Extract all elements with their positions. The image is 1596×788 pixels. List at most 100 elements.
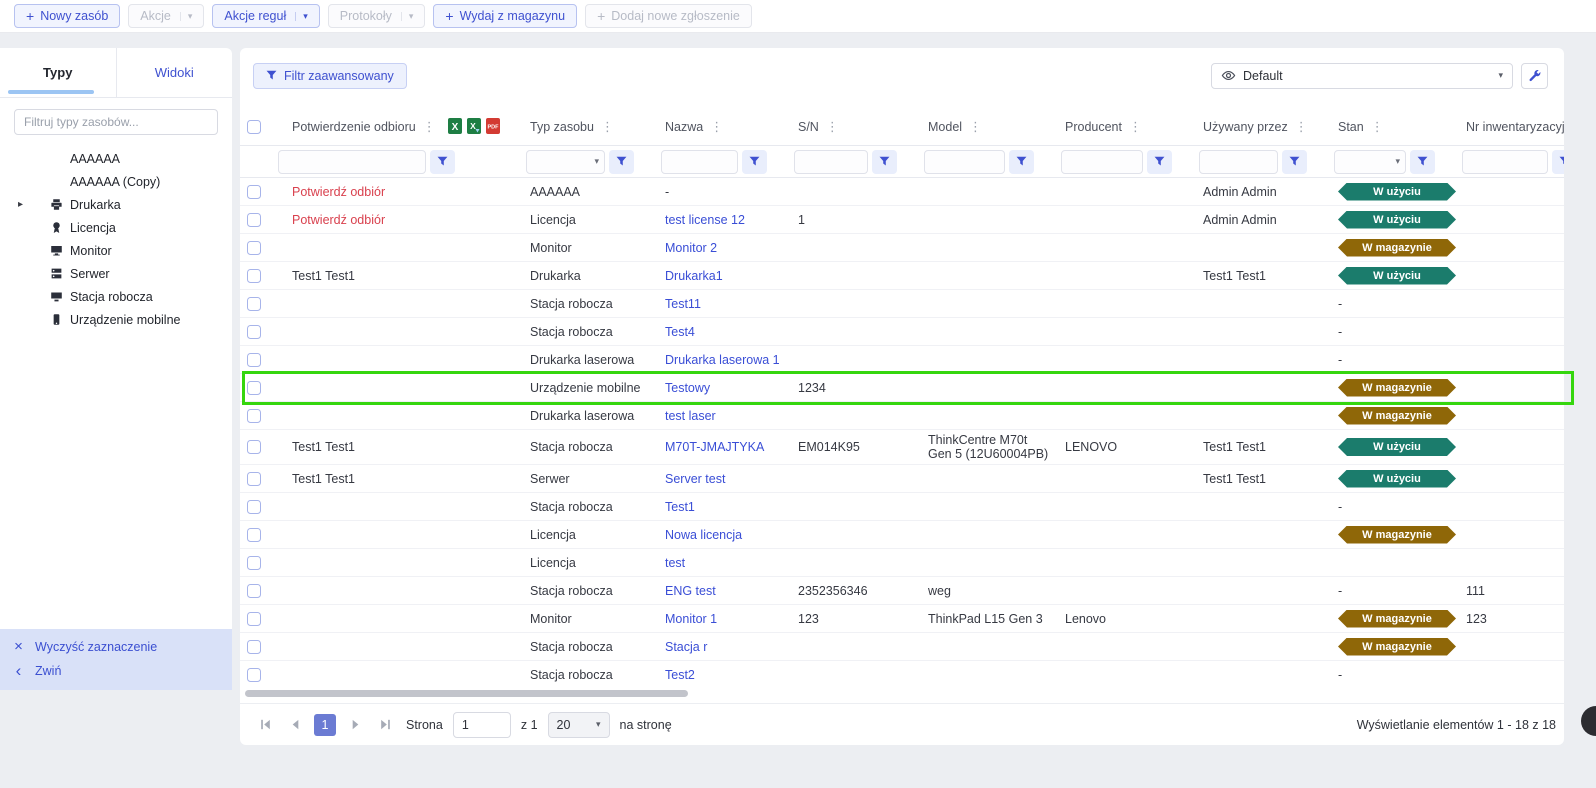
- next-page-button[interactable]: [344, 714, 366, 736]
- pdf-export-icon[interactable]: PDF: [486, 118, 500, 134]
- column-menu-icon[interactable]: ⋮: [969, 119, 982, 134]
- sidebar-item-stacja-robocza[interactable]: Stacja robocza: [0, 285, 232, 308]
- asset-name-link[interactable]: ENG test: [665, 584, 716, 598]
- toolbar-button[interactable]: +Wydaj z magazynu: [433, 4, 577, 28]
- filter-name-input[interactable]: [661, 150, 738, 174]
- row-checkbox[interactable]: [247, 584, 261, 598]
- confirm-receipt-link[interactable]: Potwierdź odbiór: [292, 185, 385, 199]
- collapse-sidebar-button[interactable]: ‹ Zwiń: [0, 658, 232, 683]
- asset-name-link[interactable]: M70T-JMAJTYKA: [665, 440, 764, 454]
- cell-name: Monitor 2: [657, 234, 790, 262]
- asset-name-link[interactable]: Drukarka1: [665, 269, 723, 283]
- asset-name-link[interactable]: Drukarka laserowa 1: [665, 353, 780, 367]
- tab-typy[interactable]: Typy: [0, 48, 117, 97]
- toolbar-button[interactable]: +Dodaj nowe zgłoszenie: [585, 4, 752, 28]
- excel-filtered-export-icon[interactable]: X: [467, 118, 481, 134]
- row-checkbox[interactable]: [247, 185, 261, 199]
- asset-name-link[interactable]: Nowa licencja: [665, 528, 742, 542]
- filter-inv-input[interactable]: [1462, 150, 1548, 174]
- asset-name-link[interactable]: Test11: [665, 297, 701, 311]
- page-size-select[interactable]: 20 ▾: [548, 712, 610, 738]
- clear-selection-button[interactable]: × Wyczyść zaznaczenie: [0, 635, 232, 658]
- toolbar-button[interactable]: Protokoły▾: [328, 4, 426, 28]
- asset-name-link[interactable]: test laser: [665, 409, 716, 423]
- row-checkbox[interactable]: [247, 269, 261, 283]
- sidebar-item-aaaaaa-copy-[interactable]: AAAAAA (Copy): [0, 170, 232, 193]
- row-checkbox[interactable]: [247, 381, 261, 395]
- tab-widoki[interactable]: Widoki: [117, 48, 233, 97]
- row-checkbox[interactable]: [247, 472, 261, 486]
- asset-name-link[interactable]: Monitor 2: [665, 241, 717, 255]
- select-all-checkbox[interactable]: [247, 120, 261, 134]
- row-checkbox[interactable]: [247, 353, 261, 367]
- row-checkbox[interactable]: [247, 640, 261, 654]
- filter-vendor-button[interactable]: [1147, 150, 1172, 174]
- row-checkbox[interactable]: [247, 241, 261, 255]
- row-checkbox[interactable]: [247, 325, 261, 339]
- filter-state-button[interactable]: [1410, 150, 1435, 174]
- row-checkbox[interactable]: [247, 500, 261, 514]
- asset-name-link[interactable]: Testowy: [665, 381, 710, 395]
- row-checkbox[interactable]: [247, 556, 261, 570]
- excel-export-icon[interactable]: X: [448, 118, 462, 134]
- filter-model-button[interactable]: [1009, 150, 1034, 174]
- page-number-input[interactable]: [453, 712, 511, 738]
- filter-confirm-input[interactable]: [278, 150, 426, 174]
- asset-name-link[interactable]: Test4: [665, 325, 695, 339]
- column-menu-icon[interactable]: ⋮: [710, 119, 723, 134]
- asset-name-link[interactable]: Test1: [665, 500, 695, 514]
- column-menu-icon[interactable]: ⋮: [1371, 119, 1384, 134]
- row-checkbox[interactable]: [247, 297, 261, 311]
- column-menu-icon[interactable]: ⋮: [601, 119, 614, 134]
- asset-name-link[interactable]: Server test: [665, 472, 725, 486]
- prev-page-button[interactable]: [284, 714, 306, 736]
- asset-name-link[interactable]: Test2: [665, 668, 695, 682]
- filter-type-button[interactable]: [609, 150, 634, 174]
- toolbar-button[interactable]: Akcje reguł▾: [212, 4, 319, 28]
- filter-sn-button[interactable]: [872, 150, 897, 174]
- row-checkbox[interactable]: [247, 528, 261, 542]
- advanced-filter-button[interactable]: Filtr zaawansowany: [253, 63, 407, 89]
- filter-used_by-input[interactable]: [1199, 150, 1278, 174]
- filter-type-input[interactable]: ▾: [526, 150, 605, 174]
- sidebar-item-serwer[interactable]: Serwer: [0, 262, 232, 285]
- filter-model-input[interactable]: [924, 150, 1005, 174]
- column-menu-icon[interactable]: ⋮: [1129, 119, 1142, 134]
- filter-confirm-button[interactable]: [430, 150, 455, 174]
- asset-name-link[interactable]: test: [665, 556, 685, 570]
- asset-name-link[interactable]: test license 12: [665, 213, 745, 227]
- sidebar-item-licencja[interactable]: Licencja: [0, 216, 232, 239]
- confirm-receipt-link[interactable]: Potwierdź odbiór: [292, 213, 385, 227]
- first-page-button[interactable]: [254, 714, 276, 736]
- sidebar-item-aaaaaa[interactable]: AAAAAA: [0, 147, 232, 170]
- column-menu-icon[interactable]: ⋮: [826, 119, 839, 134]
- filter-name-button[interactable]: [742, 150, 767, 174]
- floating-help-button[interactable]: [1581, 706, 1596, 736]
- page-1-button[interactable]: 1: [314, 714, 336, 736]
- sidebar-item-urz-dzenie-mobilne[interactable]: Urządzenie mobilne: [0, 308, 232, 331]
- row-checkbox[interactable]: [247, 668, 261, 682]
- sidebar-item-drukarka[interactable]: ▸Drukarka: [0, 193, 232, 216]
- last-page-button[interactable]: [374, 714, 396, 736]
- column-menu-icon[interactable]: ⋮: [1295, 119, 1308, 134]
- asset-name-link[interactable]: Monitor 1: [665, 612, 717, 626]
- filter-inv-button[interactable]: [1552, 150, 1564, 174]
- filter-vendor-input[interactable]: [1061, 150, 1143, 174]
- row-checkbox[interactable]: [247, 213, 261, 227]
- toolbar-button[interactable]: +Nowy zasób: [14, 4, 120, 28]
- asset-name-link[interactable]: Stacja r: [665, 640, 707, 654]
- type-filter-input[interactable]: [14, 109, 218, 135]
- grid-settings-button[interactable]: [1521, 63, 1548, 89]
- view-selector[interactable]: Default ▾: [1211, 63, 1513, 89]
- filter-used_by-button[interactable]: [1282, 150, 1307, 174]
- filter-state-input[interactable]: ▾: [1334, 150, 1406, 174]
- row-checkbox[interactable]: [247, 440, 261, 454]
- toolbar-button[interactable]: Akcje▾: [128, 4, 204, 28]
- expand-arrow-icon[interactable]: ▸: [18, 199, 23, 210]
- filter-sn-input[interactable]: [794, 150, 868, 174]
- horizontal-scrollbar-thumb[interactable]: [245, 690, 688, 697]
- column-menu-icon[interactable]: ⋮: [423, 119, 436, 134]
- row-checkbox[interactable]: [247, 409, 261, 423]
- row-checkbox[interactable]: [247, 612, 261, 626]
- sidebar-item-monitor[interactable]: Monitor: [0, 239, 232, 262]
